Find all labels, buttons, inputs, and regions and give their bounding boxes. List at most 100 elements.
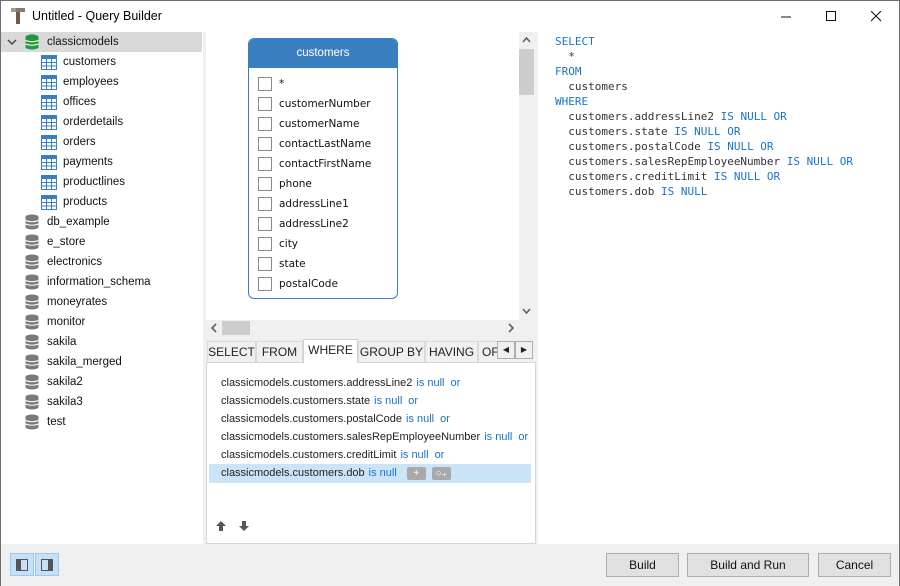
table-field[interactable]: contactLastName — [258, 134, 371, 154]
field-checkbox[interactable] — [258, 177, 272, 191]
table-field[interactable]: customerNumber — [258, 94, 371, 114]
diagram-horizontal-scrollbar[interactable] — [206, 320, 519, 337]
condition-conjunction[interactable]: or — [440, 413, 450, 425]
move-up-button[interactable] — [215, 519, 227, 533]
tab-select[interactable]: SELECT — [207, 341, 256, 363]
table-field[interactable]: state — [258, 254, 306, 274]
scroll-down-icon[interactable] — [519, 304, 534, 318]
where-condition[interactable]: classicmodels.customers.addressLine2 is n… — [209, 374, 531, 393]
tree-item-db[interactable]: sakila2 — [1, 372, 202, 392]
chevron-down-icon[interactable] — [6, 35, 18, 49]
field-checkbox[interactable] — [258, 257, 272, 271]
field-checkbox[interactable] — [258, 237, 272, 251]
table-field[interactable]: addressLine1 — [258, 194, 349, 214]
tree-item-db[interactable]: db_example — [1, 212, 202, 232]
condition-column[interactable]: classicmodels.customers.state — [221, 395, 370, 407]
where-condition[interactable]: classicmodels.customers.dob is null + ○₊ — [209, 464, 531, 483]
scroll-left-icon[interactable] — [208, 320, 220, 336]
horizontal-scroll-thumb[interactable] — [222, 321, 250, 335]
tree-item-db[interactable]: sakila_merged — [1, 352, 202, 372]
close-button[interactable] — [853, 1, 899, 31]
where-condition[interactable]: classicmodels.customers.creditLimit is nu… — [209, 446, 531, 465]
layout-right-panel-button[interactable] — [35, 553, 59, 576]
field-checkbox[interactable] — [258, 217, 272, 231]
tree-item-db[interactable]: test — [1, 412, 202, 432]
table-field[interactable]: phone — [258, 174, 312, 194]
field-checkbox[interactable] — [258, 77, 272, 91]
tab-scroll-left-button[interactable]: ◀ — [497, 341, 515, 359]
condition-operator[interactable]: is null — [416, 377, 444, 389]
cancel-button[interactable]: Cancel — [818, 553, 891, 577]
table-card-customers[interactable]: customers * customerNumber customerName con… — [248, 38, 398, 299]
condition-column[interactable]: classicmodels.customers.addressLine2 — [221, 377, 412, 389]
condition-conjunction[interactable]: or — [518, 431, 528, 443]
add-condition-button[interactable]: + — [406, 466, 426, 480]
database-tree[interactable]: classicmodels customers employees offices or… — [1, 32, 204, 544]
condition-operator[interactable]: is null — [484, 431, 512, 443]
table-field[interactable]: customerName — [258, 114, 359, 134]
where-conditions-panel[interactable]: classicmodels.customers.addressLine2 is n… — [206, 362, 536, 544]
tab-of[interactable]: OF — [478, 341, 498, 363]
condition-column[interactable]: classicmodels.customers.postalCode — [221, 413, 402, 425]
condition-operator[interactable]: is null — [374, 395, 402, 407]
where-condition[interactable]: classicmodels.customers.postalCode is nul… — [209, 410, 531, 429]
move-down-button[interactable] — [238, 519, 250, 533]
build-button[interactable]: Build — [606, 553, 679, 577]
maximize-button[interactable] — [808, 1, 854, 31]
tree-item-table[interactable]: products — [1, 192, 202, 212]
diagram-canvas[interactable]: customers * customerNumber customerName con… — [206, 32, 519, 320]
table-field[interactable]: postalCode — [258, 274, 338, 294]
tree-item-db[interactable]: sakila — [1, 332, 202, 352]
tab-group-by[interactable]: GROUP BY — [358, 341, 425, 363]
tree-item-table[interactable]: offices — [1, 92, 202, 112]
tree-item-db[interactable]: electronics — [1, 252, 202, 272]
condition-column[interactable]: classicmodels.customers.dob — [221, 467, 365, 479]
field-checkbox[interactable] — [258, 97, 272, 111]
field-checkbox[interactable] — [258, 197, 272, 211]
field-checkbox[interactable] — [258, 277, 272, 291]
condition-column[interactable]: classicmodels.customers.salesRepEmployee… — [221, 431, 480, 443]
condition-conjunction[interactable]: or — [451, 377, 461, 389]
minimize-button[interactable] — [763, 1, 809, 31]
vertical-scroll-thumb[interactable] — [519, 49, 534, 95]
tab-scroll-right-button[interactable]: ▶ — [515, 341, 533, 359]
condition-conjunction[interactable]: or — [408, 395, 418, 407]
tree-item-table[interactable]: orderdetails — [1, 112, 202, 132]
where-condition[interactable]: classicmodels.customers.state is null or — [209, 392, 531, 411]
diagram-vertical-scrollbar[interactable] — [519, 32, 536, 320]
table-field[interactable]: * — [258, 74, 284, 94]
field-checkbox[interactable] — [258, 157, 272, 171]
build-and-run-button[interactable]: Build and Run — [687, 553, 809, 577]
tree-item-table[interactable]: employees — [1, 72, 202, 92]
field-checkbox[interactable] — [258, 137, 272, 151]
tree-item-table[interactable]: payments — [1, 152, 202, 172]
tree-item-db[interactable]: information_schema — [1, 272, 202, 292]
scroll-right-icon[interactable] — [505, 320, 517, 336]
tree-item-db[interactable]: monitor — [1, 312, 202, 332]
table-field[interactable]: addressLine2 — [258, 214, 349, 234]
tree-item-db[interactable]: moneyrates — [1, 292, 202, 312]
tree-item-db[interactable]: e_store — [1, 232, 202, 252]
layout-left-panel-button[interactable] — [10, 553, 34, 576]
tab-having[interactable]: HAVING — [425, 341, 478, 363]
condition-operator[interactable]: is null — [406, 413, 434, 425]
tree-item-table[interactable]: orders — [1, 132, 202, 152]
where-condition[interactable]: classicmodels.customers.salesRepEmployee… — [209, 428, 531, 447]
sql-editor[interactable]: SELECT * FROM customers WHERE customers.ad… — [538, 32, 899, 544]
table-field[interactable]: city — [258, 234, 298, 254]
tree-item-table[interactable]: productlines — [1, 172, 202, 192]
add-group-button[interactable]: ○₊ — [431, 466, 451, 480]
condition-operator[interactable]: is null — [369, 467, 397, 479]
tree-item-db[interactable]: sakila3 — [1, 392, 202, 412]
table-card-header[interactable]: customers — [249, 39, 397, 68]
tree-item-table[interactable]: customers — [1, 52, 202, 72]
tab-where[interactable]: WHERE — [303, 339, 358, 363]
condition-conjunction[interactable]: or — [435, 449, 445, 461]
condition-operator[interactable]: is null — [400, 449, 428, 461]
table-field[interactable]: contactFirstName — [258, 154, 371, 174]
condition-column[interactable]: classicmodels.customers.creditLimit — [221, 449, 396, 461]
tab-from[interactable]: FROM — [256, 341, 303, 363]
scroll-up-icon[interactable] — [519, 33, 534, 47]
tree-item-db[interactable]: classicmodels — [1, 32, 202, 52]
field-checkbox[interactable] — [258, 117, 272, 131]
